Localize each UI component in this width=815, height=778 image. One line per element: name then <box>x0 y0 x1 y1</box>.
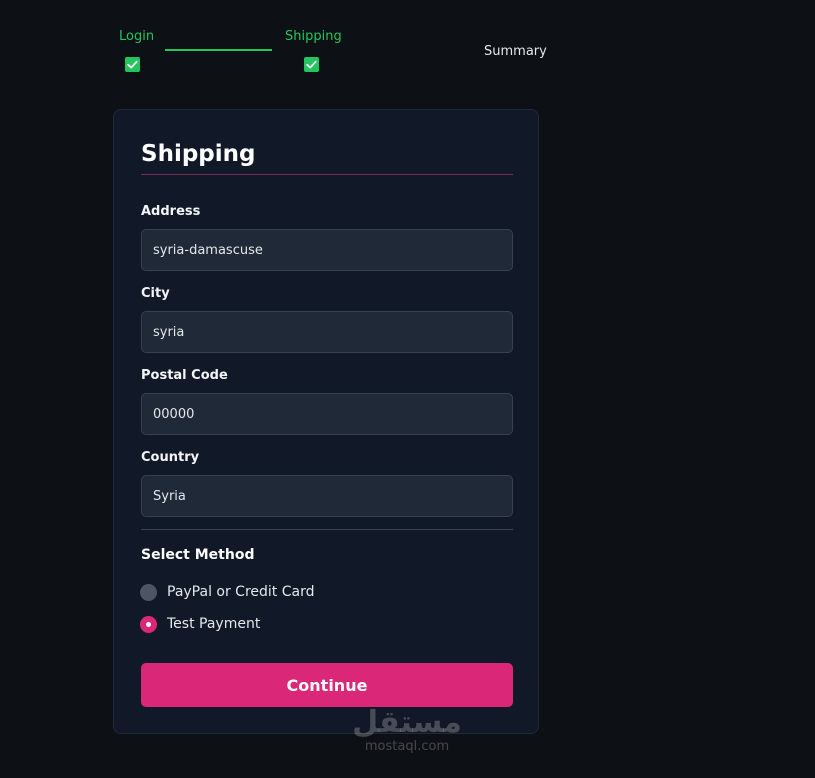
country-input[interactable] <box>141 475 513 517</box>
shipping-page: Login Shipping Summary Shipping Address … <box>0 0 815 778</box>
step-shipping-label[interactable]: Shipping <box>285 29 342 45</box>
page-title: Shipping <box>141 141 256 167</box>
city-input[interactable] <box>141 311 513 353</box>
address-input[interactable] <box>141 229 513 271</box>
mostaql-watermark: مستقل mostaql.com <box>352 706 462 754</box>
step-login-label[interactable]: Login <box>119 29 154 45</box>
test-payment-radio-button[interactable] <box>140 615 157 633</box>
paypal-radio-option[interactable]: PayPal or Credit Card <box>140 582 315 602</box>
continue-button[interactable]: Continue <box>141 663 513 707</box>
paypal-radio-button[interactable] <box>140 583 157 601</box>
test-payment-radio-option[interactable]: Test Payment <box>140 614 260 634</box>
select-method-heading: Select Method <box>141 547 255 563</box>
country-label: Country <box>141 450 200 465</box>
method-divider <box>141 529 513 530</box>
login-check-icon <box>125 57 140 72</box>
test-payment-radio-label[interactable]: Test Payment <box>167 616 260 632</box>
radio-selected-dot <box>146 621 151 627</box>
step-connector <box>165 49 272 51</box>
postal-code-label: Postal Code <box>141 368 228 383</box>
step-summary-label[interactable]: Summary <box>484 44 547 60</box>
city-label: City <box>141 286 170 301</box>
address-label: Address <box>141 204 201 219</box>
watermark-latin-text: mostaql.com <box>364 739 450 754</box>
shipping-form-card: Shipping Address City Postal Code Countr… <box>113 109 539 734</box>
postal-code-input[interactable] <box>141 393 513 435</box>
shipping-check-icon <box>304 57 319 72</box>
paypal-radio-label[interactable]: PayPal or Credit Card <box>167 584 315 600</box>
watermark-arabic-text: مستقل <box>352 705 462 740</box>
title-divider <box>141 174 513 175</box>
